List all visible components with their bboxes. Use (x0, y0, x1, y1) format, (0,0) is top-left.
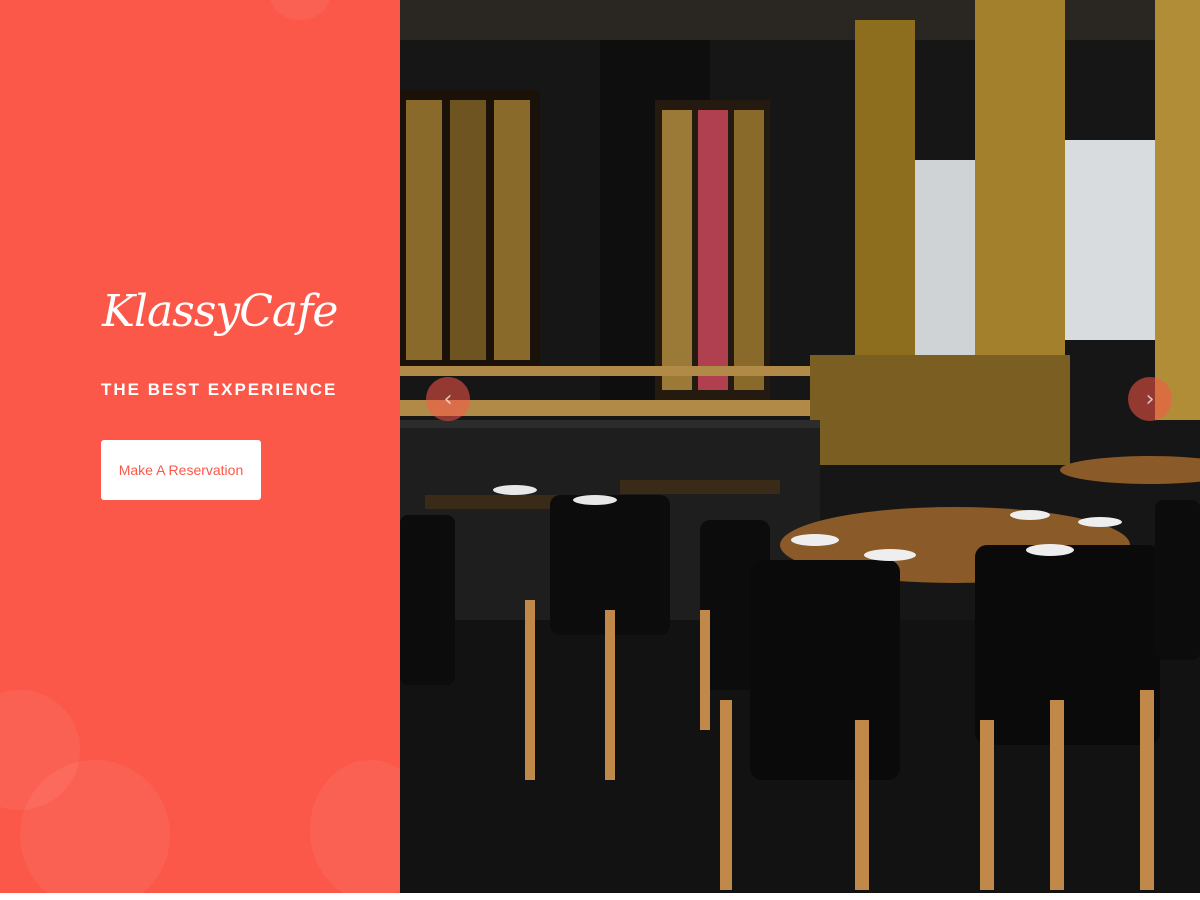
make-reservation-button[interactable]: Make A Reservation (101, 440, 261, 500)
floral-decoration (310, 760, 400, 893)
site-logo: KlassyCafe (102, 286, 338, 337)
hero-tagline: THE BEST EXPERIENCE (101, 380, 338, 399)
floral-decoration (270, 0, 330, 20)
slider-next-icon[interactable]: › (1128, 377, 1172, 421)
restaurant-photo (400, 0, 1200, 893)
restaurant-interior-illustration (400, 0, 1200, 893)
slider-prev-icon[interactable]: ‹ (426, 377, 470, 421)
floral-decoration (20, 760, 170, 893)
hero-left-panel: KlassyCafe THE BEST EXPERIENCE Make A Re… (0, 0, 400, 893)
